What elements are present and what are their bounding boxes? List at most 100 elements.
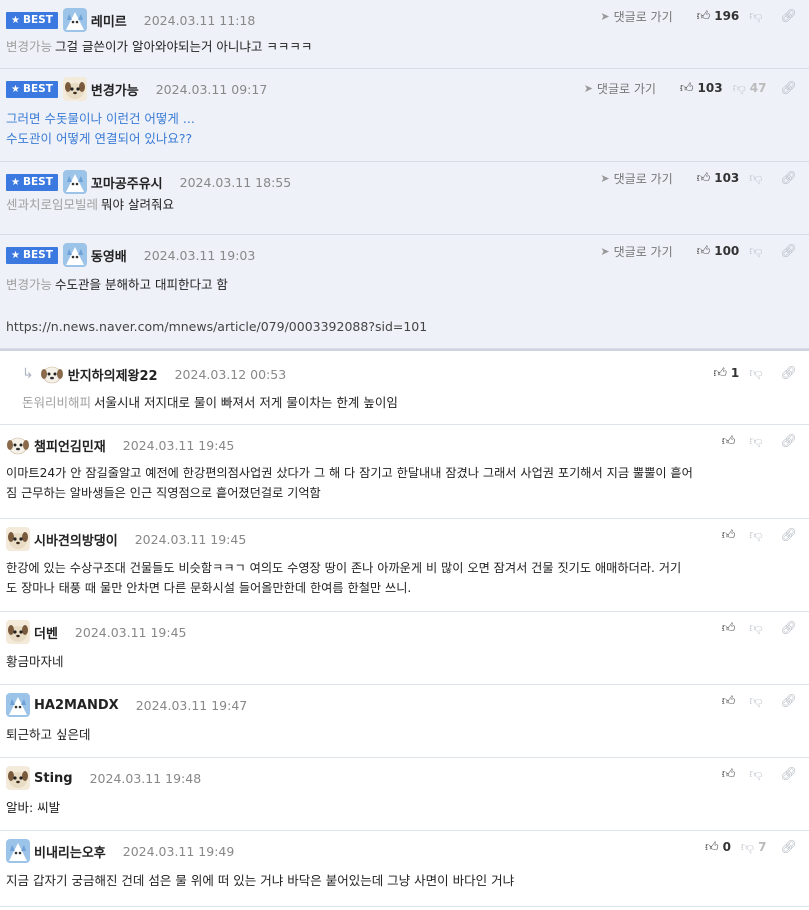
downvote-button[interactable]: 👎︎	[749, 244, 766, 259]
upvote-button[interactable]: 👍︎ 103	[697, 171, 740, 186]
avatar[interactable]	[39, 362, 64, 386]
downvote-button[interactable]: 👎︎	[749, 767, 766, 782]
comment-text: 이마트24가 안 잠길줄알고 예전에 한강편의점사업권 샀다가 그 해 다 잠기…	[6, 466, 693, 480]
downvote-button[interactable]: 👎︎ 47	[733, 81, 767, 96]
downvote-button[interactable]: 👎︎ 7	[741, 840, 767, 855]
nickname[interactable]: 레미르	[91, 11, 127, 30]
upvote-button[interactable]: 👍︎ 0	[705, 840, 731, 855]
goto-reply-link[interactable]: ➤ 댓글로 가기	[600, 170, 672, 187]
link-icon[interactable]: 🔗︎	[780, 528, 797, 543]
avatar[interactable]	[6, 766, 30, 790]
upvote-button[interactable]: 👍︎	[722, 767, 740, 782]
avatar[interactable]	[6, 433, 30, 457]
link-icon[interactable]: 🔗︎	[780, 621, 797, 636]
downvote-button[interactable]: 👎︎	[749, 434, 766, 449]
comment-item-reply: ↳ 반지하의제왕22 2024.03.12 00:53 👍︎ 1 👎︎ 🔗︎ 돈워…	[0, 349, 809, 425]
nickname[interactable]: 더벤	[34, 623, 58, 642]
comment-body: 퇴근하고 싶은데	[6, 725, 801, 745]
comment-actions: ➤ 댓글로 가기 👍︎ 103 👎︎ 47 🔗︎	[584, 80, 797, 97]
upvote-button[interactable]: 👍︎	[722, 694, 740, 709]
comment-meta: ★ BEST 변경가능 2024.03.11 09:17	[6, 77, 267, 101]
upvote-button[interactable]: 👍︎	[722, 434, 740, 449]
nickname[interactable]: 시바견의방댕이	[34, 530, 118, 549]
downvote-button[interactable]: 👎︎	[749, 528, 766, 543]
thumbs-up-icon: 👍︎	[721, 766, 736, 782]
nickname[interactable]: Sting	[34, 771, 73, 786]
nickname[interactable]: 비내리는오후	[34, 842, 106, 861]
thumbs-down-icon: 👎︎	[749, 170, 763, 186]
comment-body: 황금마자네	[6, 652, 801, 672]
thumbs-down-icon: 👎︎	[749, 766, 763, 782]
comment-meta: 더벤 2024.03.11 19:45	[6, 620, 187, 644]
goto-reply-link[interactable]: ➤ 댓글로 가기	[600, 8, 672, 25]
comment-text: 뭐야 살려줘요	[101, 197, 174, 212]
star-icon: ★	[11, 83, 20, 95]
link-icon[interactable]: 🔗︎	[780, 694, 797, 709]
goto-reply-link[interactable]: ➤ 댓글로 가기	[600, 243, 672, 260]
upvote-button[interactable]: 👍︎ 196	[697, 9, 740, 24]
nickname[interactable]: 꼬마공주유시	[91, 173, 163, 192]
link-icon[interactable]: 🔗︎	[780, 171, 797, 186]
avatar[interactable]	[62, 243, 87, 267]
upvote-button[interactable]: 👍︎ 103	[680, 81, 723, 96]
downvote-button[interactable]: 👎︎	[749, 621, 766, 636]
avatar[interactable]	[6, 527, 30, 551]
link-icon[interactable]: 🔗︎	[780, 840, 797, 855]
link-icon[interactable]: 🔗︎	[780, 767, 797, 782]
link-icon[interactable]: 🔗︎	[780, 434, 797, 449]
star-icon: ★	[11, 176, 20, 188]
send-arrow-icon: ➤	[600, 9, 610, 23]
avatar[interactable]	[62, 77, 87, 101]
best-badge: ★ BEST	[6, 173, 58, 191]
comment-text: 지금 갑자기 궁금해진 건데 섬은 물 위에 떠 있는 거냐 바닥은 붙어있는데…	[6, 873, 515, 888]
avatar[interactable]	[6, 693, 30, 717]
nickname[interactable]: 챔피언김민재	[34, 436, 106, 455]
comment-text: 수도관이 어떻게 연결되어 있나요??	[6, 131, 193, 146]
thumbs-down-icon: 👎︎	[749, 243, 763, 259]
comment-text: 퇴근하고 싶은데	[6, 727, 91, 742]
upvote-button[interactable]: 👍︎ 1	[713, 366, 739, 381]
reply-target-nick: 돈워리비해피	[22, 395, 92, 410]
link-icon[interactable]: 🔗︎	[780, 366, 797, 381]
comment-actions: ➤ 댓글로 가기 👍︎ 100 👎︎ 🔗︎	[600, 243, 797, 260]
avatar[interactable]	[62, 8, 87, 32]
upvote-button[interactable]: 👍︎	[722, 621, 740, 636]
avatar[interactable]	[6, 839, 30, 863]
nickname[interactable]: 반지하의제왕22	[68, 365, 158, 384]
link-icon[interactable]: 🔗︎	[780, 9, 797, 24]
comment-actions: ➤ 댓글로 가기 👍︎ 196 👎︎ 🔗︎	[600, 8, 797, 25]
comment-meta: 시바견의방댕이 2024.03.11 19:45	[6, 527, 246, 551]
comment-date: 2024.03.11 19:03	[143, 247, 256, 263]
avatar[interactable]	[62, 170, 87, 194]
comment-item: 챔피언김민재 2024.03.11 19:45 👍︎ 👎︎ 🔗︎ 이마트24가 …	[0, 425, 809, 519]
nickname[interactable]: HA2MANDX	[34, 698, 119, 713]
comment-item: ★ BEST 꼬마공주유시 2024.03.11 18:55 ➤ 댓글로 가기 👍︎…	[0, 162, 809, 235]
link-icon[interactable]: 🔗︎	[780, 81, 797, 96]
comment-item: HA2MANDX 2024.03.11 19:47 👍︎ 👎︎ 🔗︎ 퇴근하고 …	[0, 685, 809, 758]
downvote-button[interactable]: 👎︎	[749, 694, 766, 709]
best-badge: ★ BEST	[6, 11, 58, 29]
upvote-count: 0	[722, 840, 731, 854]
comment-body: 알바: 씨발	[6, 798, 801, 818]
downvote-button[interactable]: 👎︎	[749, 171, 766, 186]
thumbs-up-icon: 👍︎	[721, 433, 736, 449]
goto-reply-link[interactable]: ➤ 댓글로 가기	[584, 80, 656, 97]
nickname[interactable]: 변경가능	[91, 80, 139, 99]
avatar[interactable]	[6, 620, 30, 644]
upvote-button[interactable]: 👍︎ 100	[697, 244, 740, 259]
thumbs-up-icon: 👍︎	[721, 693, 736, 709]
star-icon: ★	[11, 249, 20, 261]
comment-text: 수도관을 분해하고 대피한다고 함	[55, 277, 228, 292]
thumbs-down-icon: 👎︎	[749, 8, 763, 24]
link-icon[interactable]: 🔗︎	[780, 244, 797, 259]
upvote-button[interactable]: 👍︎	[722, 528, 740, 543]
comment-body: 이마트24가 안 잠길줄알고 예전에 한강편의점사업권 샀다가 그 해 다 잠기…	[6, 463, 801, 503]
comment-url[interactable]: https://n.news.naver.com/mnews/article/0…	[6, 317, 801, 337]
nickname[interactable]: 동영배	[91, 246, 127, 265]
comment-item: 시바견의방댕이 2024.03.11 19:45 👍︎ 👎︎ 🔗︎ 한강에 있는…	[0, 519, 809, 612]
thumbs-down-icon: 👎︎	[749, 433, 763, 449]
comment-body: 돈워리비해피 서울시내 저지대로 물이 빠져서 저게 물이차는 한계 높이임	[22, 393, 801, 413]
comment-text: 한강에 있는 수상구조대 건물들도 비슷함ㅋㅋㄱ 여의도 수영장 땅이 존나 아…	[6, 561, 682, 575]
downvote-button[interactable]: 👎︎	[749, 366, 766, 381]
downvote-button[interactable]: 👎︎	[749, 9, 766, 24]
